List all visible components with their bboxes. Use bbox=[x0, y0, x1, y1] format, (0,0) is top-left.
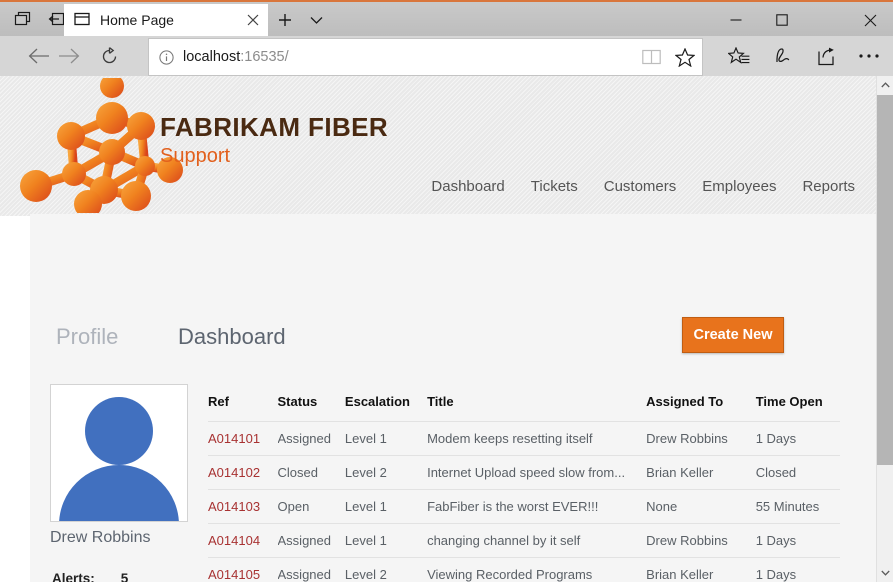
cell-status: Closed bbox=[278, 456, 345, 490]
site-header: FABRIKAM FIBER Support Dashboard Tickets… bbox=[0, 76, 877, 216]
cell-status: Assigned bbox=[278, 524, 345, 558]
favorite-star-icon[interactable] bbox=[668, 40, 702, 74]
cell-time-open: 1 Days bbox=[756, 558, 840, 582]
nav-item-reports[interactable]: Reports bbox=[802, 178, 855, 195]
cell-assigned-to: None bbox=[646, 490, 756, 524]
cell-escalation: Level 2 bbox=[345, 558, 427, 582]
cell-escalation: Level 1 bbox=[345, 524, 427, 558]
cell-ref: A014103 bbox=[208, 490, 278, 524]
tab-menu-chevron-down-icon[interactable] bbox=[302, 4, 330, 36]
tab-title: Home Page bbox=[100, 12, 238, 28]
cell-time-open: 1 Days bbox=[756, 524, 840, 558]
ticket-ref-link[interactable]: A014104 bbox=[208, 533, 260, 548]
table-row[interactable]: A014105 Assigned Level 2 Viewing Recorde… bbox=[208, 558, 840, 582]
window-close-button[interactable] bbox=[847, 4, 893, 36]
cell-assigned-to: Drew Robbins bbox=[646, 422, 756, 456]
table-row[interactable]: A014104 Assigned Level 1 changing channe… bbox=[208, 524, 840, 558]
column-header-escalation: Escalation bbox=[345, 394, 427, 422]
cell-escalation: Level 2 bbox=[345, 456, 427, 490]
column-header-assigned-to: Assigned To bbox=[646, 394, 756, 422]
hub-icon[interactable] bbox=[718, 38, 760, 74]
page-viewport: FABRIKAM FIBER Support Dashboard Tickets… bbox=[0, 76, 877, 582]
new-tab-button[interactable] bbox=[270, 4, 300, 36]
cell-time-open: 1 Days bbox=[756, 422, 840, 456]
tab-favicon bbox=[74, 12, 90, 28]
address-bar[interactable]: localhost:16535/ bbox=[148, 38, 703, 76]
cell-time-open: Closed bbox=[756, 456, 840, 490]
nav-item-tickets[interactable]: Tickets bbox=[531, 178, 578, 195]
cell-ref: A014101 bbox=[208, 422, 278, 456]
cell-status: Assigned bbox=[278, 422, 345, 456]
nav-item-employees[interactable]: Employees bbox=[702, 178, 776, 195]
table-row[interactable]: A014102 Closed Level 2 Internet Upload s… bbox=[208, 456, 840, 490]
profile-name: Drew Robbins bbox=[50, 529, 150, 547]
reading-view-book-icon[interactable] bbox=[634, 40, 668, 74]
cell-ref: A014104 bbox=[208, 524, 278, 558]
brand-block: FABRIKAM FIBER Support bbox=[160, 114, 388, 166]
nav-item-customers[interactable]: Customers bbox=[604, 178, 677, 195]
ticket-ref-link[interactable]: A014105 bbox=[208, 567, 260, 582]
edge-browser-window: Home Page localh bbox=[0, 0, 893, 582]
scroll-down-arrow-icon[interactable] bbox=[877, 564, 893, 582]
alerts-value: 5 bbox=[121, 571, 129, 582]
more-ellipsis-icon[interactable] bbox=[848, 38, 890, 74]
cell-title: Modem keeps resetting itself bbox=[427, 422, 646, 456]
tab-close-icon[interactable] bbox=[238, 4, 268, 36]
cell-time-open: 55 Minutes bbox=[756, 490, 840, 524]
avatar-body bbox=[59, 465, 179, 522]
scroll-up-arrow-icon[interactable] bbox=[877, 76, 893, 94]
cell-title: Viewing Recorded Programs bbox=[427, 558, 646, 582]
ticket-ref-link[interactable]: A014102 bbox=[208, 465, 260, 480]
info-icon[interactable] bbox=[149, 50, 183, 65]
table-row[interactable]: A014101 Assigned Level 1 Modem keeps res… bbox=[208, 422, 840, 456]
tab-bar: Home Page bbox=[0, 2, 893, 36]
alerts-label: Alerts: bbox=[52, 571, 95, 582]
column-header-title: Title bbox=[427, 394, 646, 422]
address-url: localhost:16535/ bbox=[183, 49, 634, 65]
window-minimize-button[interactable] bbox=[713, 4, 759, 36]
page-title: Dashboard bbox=[178, 324, 286, 350]
table-header-row: Ref Status Escalation Title Assigned To … bbox=[208, 394, 840, 422]
address-host: localhost bbox=[183, 49, 240, 65]
tickets-table: Ref Status Escalation Title Assigned To … bbox=[208, 394, 840, 582]
column-header-status: Status bbox=[278, 394, 345, 422]
content-card: Profile Dashboard Create New Drew Robbin… bbox=[30, 214, 877, 582]
cell-ref: A014105 bbox=[208, 558, 278, 582]
brand-subtitle: Support bbox=[160, 146, 388, 166]
cell-assigned-to: Brian Keller bbox=[646, 558, 756, 582]
page-scrollbar[interactable] bbox=[876, 76, 893, 582]
ticket-ref-link[interactable]: A014101 bbox=[208, 431, 260, 446]
cell-assigned-to: Drew Robbins bbox=[646, 524, 756, 558]
profile-link[interactable]: Profile bbox=[56, 324, 118, 350]
cell-escalation: Level 1 bbox=[345, 490, 427, 524]
table-body: A014101 Assigned Level 1 Modem keeps res… bbox=[208, 422, 840, 582]
tab-preview-icon[interactable] bbox=[4, 2, 40, 36]
create-new-button[interactable]: Create New bbox=[682, 317, 784, 353]
web-note-pen-icon[interactable] bbox=[762, 38, 804, 74]
cell-title: changing channel by it self bbox=[427, 524, 646, 558]
cell-assigned-to: Brian Keller bbox=[646, 456, 756, 490]
cell-title: Internet Upload speed slow from... bbox=[427, 456, 646, 490]
scrollbar-thumb[interactable] bbox=[877, 95, 893, 465]
cell-status: Assigned bbox=[278, 558, 345, 582]
site-navigation: Dashboard Tickets Customers Employees Re… bbox=[431, 178, 855, 195]
brand-title: FABRIKAM FIBER bbox=[160, 114, 388, 140]
column-header-time-open: Time Open bbox=[756, 394, 840, 422]
browser-tab[interactable]: Home Page bbox=[64, 4, 268, 36]
avatar-head bbox=[85, 397, 153, 465]
alerts-stat: Alerts: 5 bbox=[52, 571, 128, 582]
table-row[interactable]: A014103 Open Level 1 FabFiber is the wor… bbox=[208, 490, 840, 524]
refresh-icon[interactable] bbox=[86, 36, 132, 76]
share-icon[interactable] bbox=[806, 38, 848, 74]
avatar bbox=[50, 384, 188, 522]
address-rest: :16535/ bbox=[240, 49, 288, 65]
nav-item-dashboard[interactable]: Dashboard bbox=[431, 178, 504, 195]
cell-title: FabFiber is the worst EVER!!! bbox=[427, 490, 646, 524]
ticket-ref-link[interactable]: A014103 bbox=[208, 499, 260, 514]
cell-escalation: Level 1 bbox=[345, 422, 427, 456]
cell-status: Open bbox=[278, 490, 345, 524]
column-header-ref: Ref bbox=[208, 394, 278, 422]
cell-ref: A014102 bbox=[208, 456, 278, 490]
window-maximize-button[interactable] bbox=[759, 4, 805, 36]
